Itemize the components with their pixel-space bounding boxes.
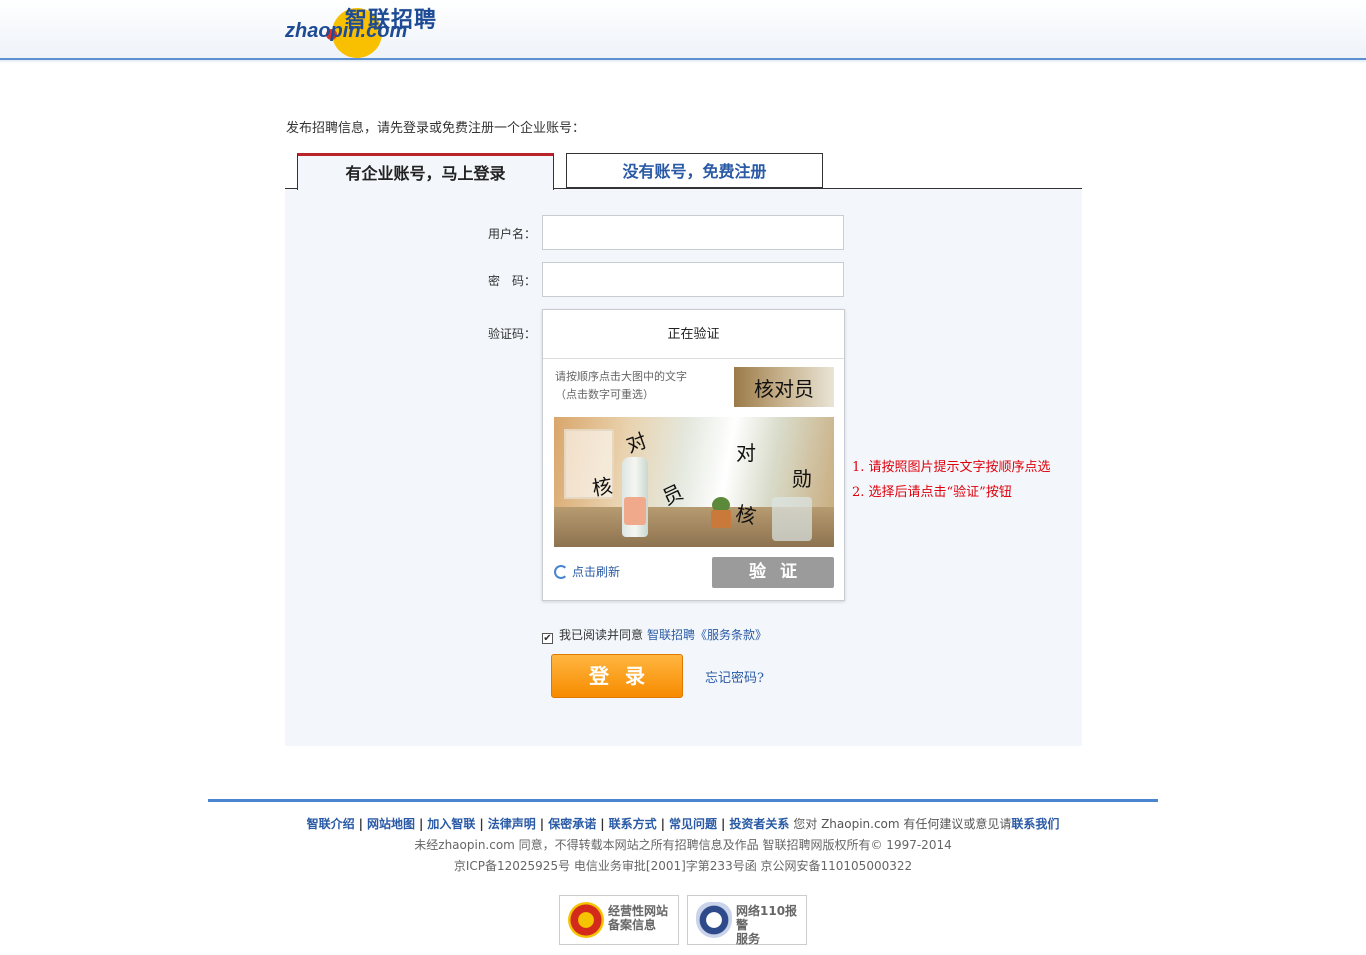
captcha-widget: 正在验证 请按顺序点击大图中的文字 （点击数字可重选） 核对员 对 对 核 勋 … (542, 309, 845, 601)
police-110-icon (696, 902, 732, 938)
captcha-hint-line2[interactable]: （点击数字可重选） (555, 386, 687, 404)
captcha-refresh[interactable]: 点击刷新 (554, 563, 620, 580)
photo-glass (772, 497, 812, 541)
site-header: 智联招聘 zhaopin.com (0, 0, 1366, 63)
captcha-char[interactable]: 对 (736, 437, 756, 466)
refresh-icon (554, 565, 568, 579)
footer-separator: | (479, 817, 484, 831)
zhaopin-logo[interactable]: 智联招聘 zhaopin.com (285, 2, 445, 58)
footer-copyright: 未经zhaopin.com 同意，不得转载本网站之所有招聘信息及作品 智联招聘网… (414, 838, 952, 852)
badge-text: 经营性网站 备案信息 (608, 904, 668, 932)
password-input[interactable] (542, 262, 844, 297)
footer-suggest: 您对 Zhaopin.com 有任何建议或意见请 (793, 817, 1012, 831)
login-button[interactable]: 登录 (551, 654, 683, 698)
captcha-char[interactable]: 对 (622, 424, 651, 458)
tab-register[interactable]: 没有账号，免费注册 (566, 153, 823, 188)
footer-link[interactable]: 法律声明 (488, 817, 536, 831)
captcha-hint-line1: 请按顺序点击大图中的文字 (555, 370, 687, 383)
captcha-tips: 1. 请按照图片提示文字按顺序点选 2. 选择后请点击“验证”按钮 (852, 455, 1051, 505)
business-registration-icon (568, 902, 604, 938)
tab-login[interactable]: 有企业账号，马上登录 (297, 153, 554, 190)
footer-link[interactable]: 投资者关系 (729, 817, 789, 831)
captcha-char[interactable]: 员 (657, 476, 687, 511)
username-label: 用户名： (488, 227, 537, 241)
footer-separator: | (539, 817, 545, 831)
agree-row: ✔ 我已阅读并同意 智联招聘《服务条款》 (542, 626, 767, 644)
captcha-hint: 请按顺序点击大图中的文字 （点击数字可重选） (555, 368, 687, 404)
badge-line1: 经营性网站 (608, 904, 669, 918)
captcha-label: 验证码： (488, 327, 537, 341)
badge-line2: 服务 (736, 932, 761, 946)
captcha-target-image: 核对员 (734, 367, 834, 407)
footer-divider (208, 799, 1158, 802)
badge-text: 网络110报警 服务 (736, 904, 806, 946)
footer-link[interactable]: 常见问题 (669, 817, 717, 831)
photo-bottle-label (624, 497, 646, 525)
username-input[interactable] (542, 215, 844, 250)
photo-pot (711, 510, 731, 528)
refresh-label: 点击刷新 (572, 565, 621, 579)
business-registration-badge[interactable]: 经营性网站 备案信息 (559, 895, 679, 945)
logo-en-text: zhaopin.com (285, 20, 408, 42)
footer-separator: | (660, 817, 665, 831)
footer-separator: | (600, 817, 605, 831)
intro-text: 发布招聘信息，请先登录或免费注册一个企业账号： (286, 121, 586, 136)
footer-link[interactable]: 网站地图 (367, 817, 415, 831)
forgot-password-link[interactable]: 忘记密码? (705, 667, 764, 686)
password-label: 密 码： (488, 274, 537, 288)
badge-line1: 网络110报警 (736, 904, 798, 932)
tip-line2: 2. 选择后请点击“验证”按钮 (852, 485, 1012, 500)
footer-link[interactable]: 联系方式 (609, 817, 657, 831)
badge-line2: 备案信息 (608, 918, 657, 932)
footer-separator: | (358, 817, 363, 831)
verify-button[interactable]: 验证 (712, 557, 834, 588)
footer-icp: 京ICP备12025925号 电信业务审批[2001]字第233号函 京公网安备… (453, 859, 913, 873)
terms-link[interactable]: 智联招聘《服务条款》 (647, 628, 767, 642)
footer-link[interactable]: 加入智联 (427, 817, 475, 831)
captcha-char[interactable]: 勋 (792, 463, 812, 492)
footer-separator: | (418, 817, 424, 831)
footer-link[interactable]: 保密承诺 (548, 817, 596, 831)
agree-text: 我已阅读并同意 (559, 628, 644, 642)
police-110-badge[interactable]: 网络110报警 服务 (687, 895, 807, 946)
contact-link[interactable]: 联系我们 (1011, 817, 1059, 831)
captcha-status: 正在验证 (543, 310, 844, 359)
captcha-image[interactable]: 对 对 核 勋 员 核 (554, 417, 834, 547)
tip-line1: 1. 请按照图片提示文字按顺序点选 (852, 460, 1051, 475)
agree-checkbox[interactable]: ✔ (542, 633, 553, 644)
footer-separator: | (721, 817, 726, 831)
footer-links: 智联介绍 | 网站地图 | 加入智联 | 法律声明 | 保密承诺 | 联系方式 | 常见问题 | 投资者关系… (208, 815, 1158, 832)
footer-link[interactable]: 智联介绍 (307, 817, 355, 831)
